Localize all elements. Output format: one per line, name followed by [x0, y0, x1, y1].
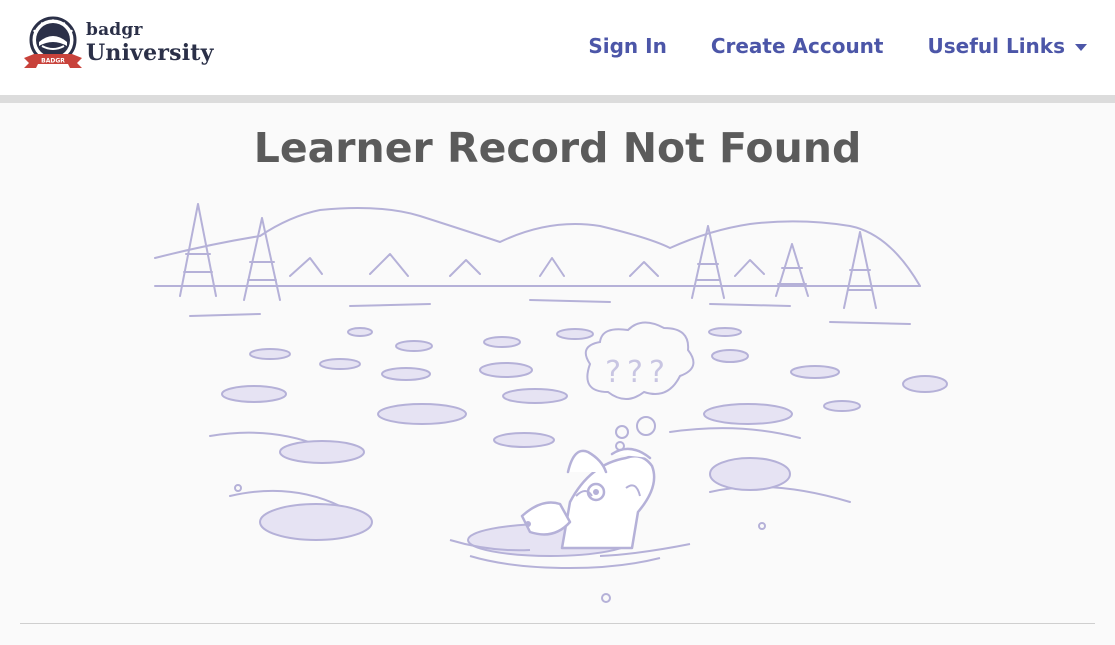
site-header: BADGR badgr University Sign In Create Ac…	[0, 0, 1115, 103]
useful-links-label[interactable]: Useful Links	[927, 34, 1065, 58]
footer-divider	[20, 623, 1095, 624]
svg-text:BADGR: BADGR	[41, 58, 65, 65]
brand-large-text: University	[86, 40, 214, 66]
useful-links-dropdown[interactable]: Useful Links	[927, 34, 1087, 58]
page-title: Learner Record Not Found	[253, 124, 862, 172]
create-account-link[interactable]: Create Account	[711, 34, 884, 58]
caret-down-icon	[1075, 43, 1087, 51]
svg-text:???: ???	[605, 355, 671, 390]
badge-emblem-icon: BADGR	[24, 16, 82, 68]
sign-in-link[interactable]: Sign In	[588, 34, 666, 58]
brand-small-text: badgr	[86, 20, 143, 40]
badger-not-found-illustration: ???	[154, 203, 948, 603]
brand-logo[interactable]: BADGR badgr University	[22, 16, 214, 74]
top-nav: Sign In Create Account Useful Links	[588, 30, 1087, 62]
